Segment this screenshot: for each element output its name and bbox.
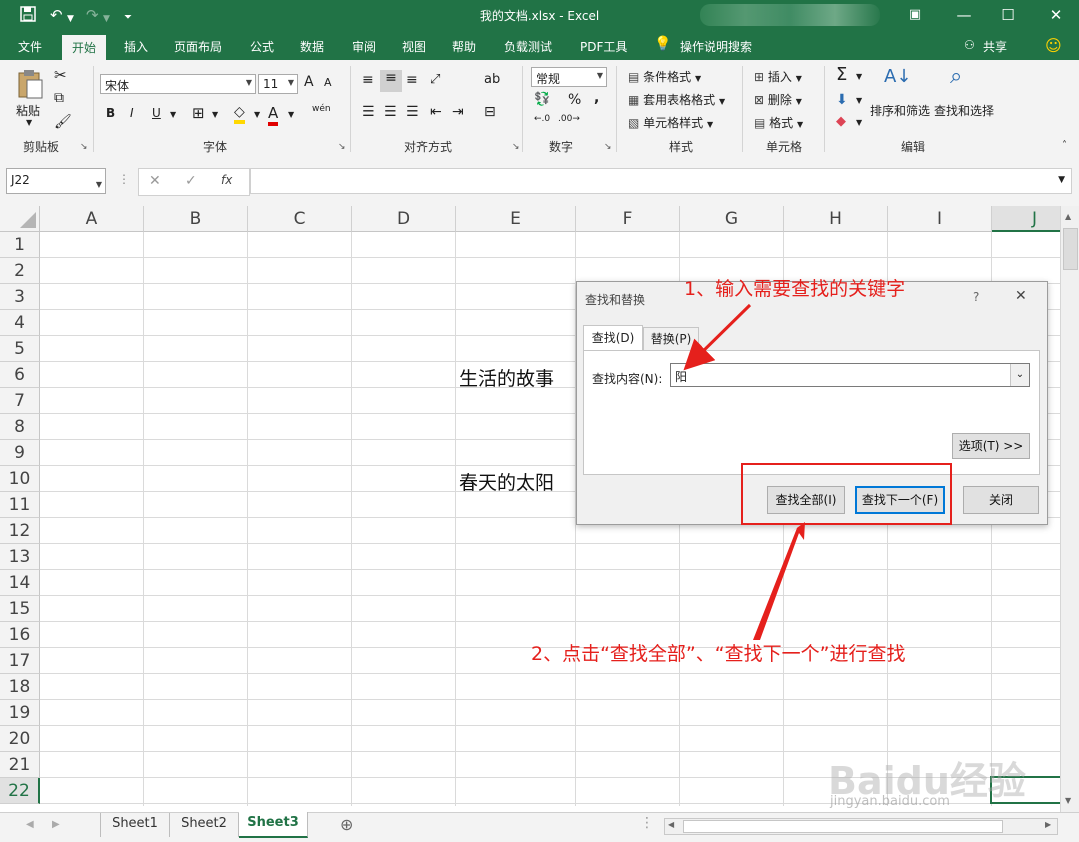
annotation-step2: 2、点击“查找全部”、“查找下一个”进行查找: [531, 643, 906, 665]
annotation-arrows: [683, 303, 805, 640]
annotation-step1: 1、输入需要查找的关键字: [684, 278, 906, 300]
